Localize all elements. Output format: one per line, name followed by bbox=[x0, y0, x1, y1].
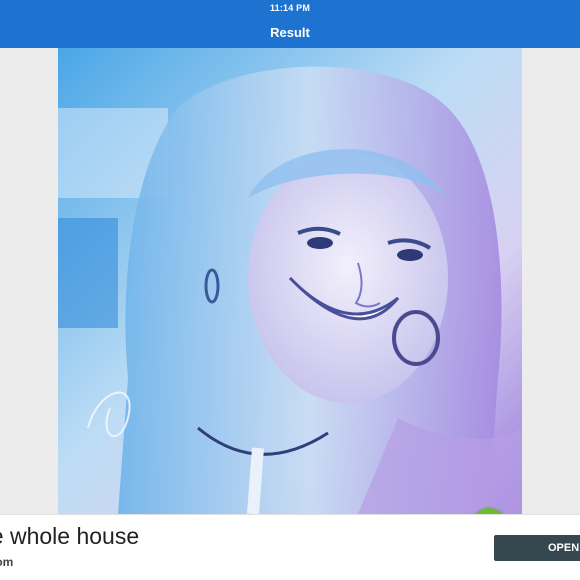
app-bar: Result bbox=[0, 16, 580, 48]
ad-banner[interactable]: he whole house o.com OPEN bbox=[0, 514, 580, 580]
page-title: Result bbox=[270, 24, 310, 40]
ad-open-button[interactable]: OPEN bbox=[494, 535, 580, 561]
ad-url[interactable]: o.com bbox=[0, 555, 13, 569]
result-panel: + bbox=[0, 48, 580, 546]
status-time: 11:14 PM bbox=[269, 3, 311, 13]
status-bar: 11:14 PM bbox=[0, 0, 580, 16]
ad-headline[interactable]: he whole house bbox=[0, 523, 139, 550]
result-photo[interactable] bbox=[58, 48, 522, 514]
portrait-illustration bbox=[58, 48, 522, 514]
